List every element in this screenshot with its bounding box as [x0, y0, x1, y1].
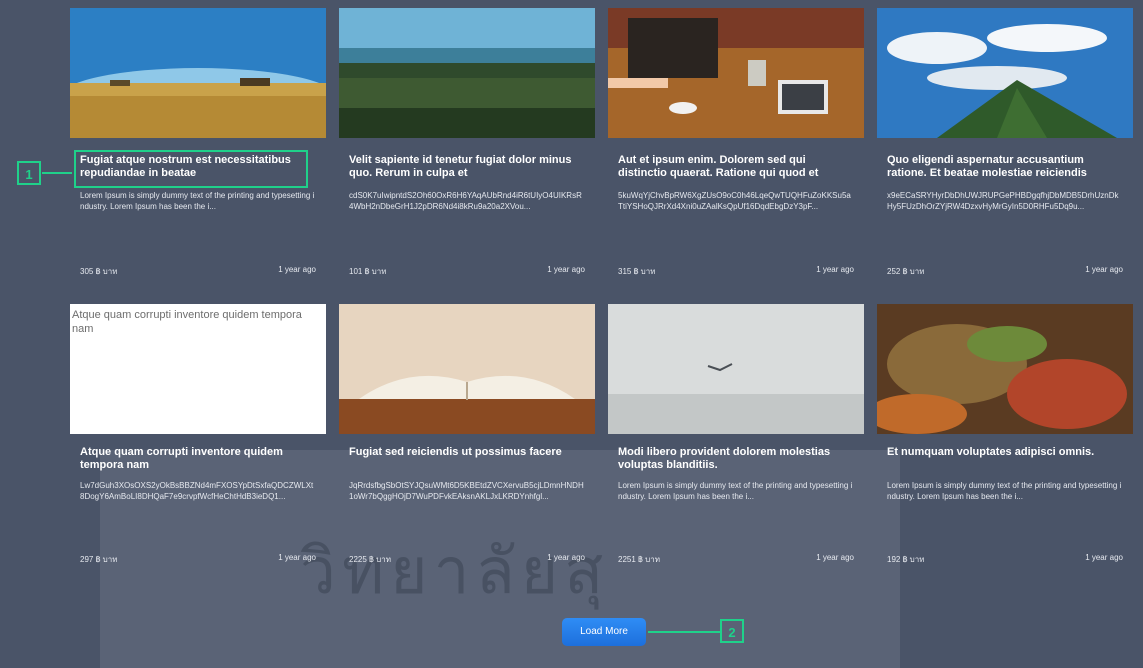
card-price: 252 ฿ บาท — [887, 267, 925, 276]
product-card[interactable]: Quo eligendi aspernatur accusantium rati… — [877, 8, 1133, 298]
card-price: 192 ฿ บาท — [887, 555, 925, 564]
card-description: 5kuWqYjChvBpRW6XgZUsO9oC0h46LqeQwTUQHFuZ… — [618, 191, 851, 211]
callout-marker-2: 2 — [720, 619, 744, 643]
callout-arrow-1 — [42, 172, 72, 174]
open-book-image[interactable] — [339, 304, 595, 434]
wheat-field-image[interactable] — [70, 8, 326, 138]
load-more-button[interactable]: Load More — [562, 618, 646, 646]
card-title[interactable]: Fugiat sed reiciendis ut possimus facere — [349, 446, 585, 459]
card-description: x9eECaSRYHyrDbDhUWJRUPGePHBDgqfhjDbMDB5D… — [887, 191, 1119, 211]
card-time: 1 year ago — [547, 553, 585, 562]
card-description: JqRrdsfbgSbOtSYJQsuWMt6D5KBEtdZVCXervuB5… — [349, 481, 584, 501]
product-card[interactable]: Modi libero provident dolorem molestias … — [608, 304, 864, 594]
card-price: 101 ฿ บาท — [349, 267, 387, 276]
card-description: Lw7dGuh3XOsOXS2yOkBsBBZNd4mFXOSYpDtSxfaQ… — [80, 481, 314, 501]
card-price: 2251 ฿ บาท — [618, 555, 660, 564]
card-description: Lorem Ipsum is simply dummy text of the … — [80, 191, 315, 211]
product-card[interactable]: Velit sapiente id tenetur fugiat dolor m… — [339, 8, 595, 298]
broken-image[interactable]: Atque quam corrupti inventore quidem tem… — [70, 304, 326, 434]
card-description: Lorem Ipsum is simply dummy text of the … — [887, 481, 1122, 501]
card-price: 305 ฿ บาท — [80, 267, 118, 276]
card-price: 2225 ฿ บาท — [349, 555, 391, 564]
card-title[interactable]: Modi libero provident dolorem molestias … — [618, 446, 854, 472]
card-time: 1 year ago — [1085, 265, 1123, 274]
image-alt-text: Atque quam corrupti inventore quidem tem… — [70, 304, 326, 434]
card-time: 1 year ago — [816, 265, 854, 274]
autumn-leaves-image[interactable] — [877, 304, 1133, 434]
callout-marker-1: 1 — [17, 161, 41, 185]
card-time: 1 year ago — [1085, 553, 1123, 562]
card-description: Lorem Ipsum is simply dummy text of the … — [618, 481, 853, 501]
card-time: 1 year ago — [816, 553, 854, 562]
card-title[interactable]: Quo eligendi aspernatur accusantium rati… — [887, 154, 1123, 180]
card-title[interactable]: Et numquam voluptates adipisci omnis. — [887, 446, 1123, 459]
card-description: cdS0K7uIwipntdS2Oh60OxR6H6YAqAUbRnd4iR6t… — [349, 191, 582, 211]
card-time: 1 year ago — [547, 265, 585, 274]
card-time: 1 year ago — [278, 265, 316, 274]
foggy-sky-image[interactable] — [608, 304, 864, 434]
callout-arrow-2 — [648, 631, 720, 633]
mountain-sky-image[interactable] — [877, 8, 1133, 138]
product-card[interactable]: Fugiat sed reiciendis ut possimus facere… — [339, 304, 595, 594]
card-title[interactable]: Atque quam corrupti inventore quidem tem… — [80, 446, 316, 472]
meeting-table-image[interactable] — [608, 8, 864, 138]
card-title[interactable]: Velit sapiente id tenetur fugiat dolor m… — [349, 154, 585, 180]
card-title[interactable]: Aut et ipsum enim. Dolorem sed qui disti… — [618, 154, 854, 180]
product-card[interactable]: Aut et ipsum enim. Dolorem sed qui disti… — [608, 8, 864, 298]
product-card[interactable]: Atque quam corrupti inventore quidem tem… — [70, 304, 326, 594]
card-price: 315 ฿ บาท — [618, 267, 656, 276]
card-price: 297 ฿ บาท — [80, 555, 118, 564]
forest-lake-image[interactable] — [339, 8, 595, 138]
card-time: 1 year ago — [278, 553, 316, 562]
title-highlight-box — [74, 150, 308, 188]
product-card[interactable]: Et numquam voluptates adipisci omnis. Lo… — [877, 304, 1133, 594]
